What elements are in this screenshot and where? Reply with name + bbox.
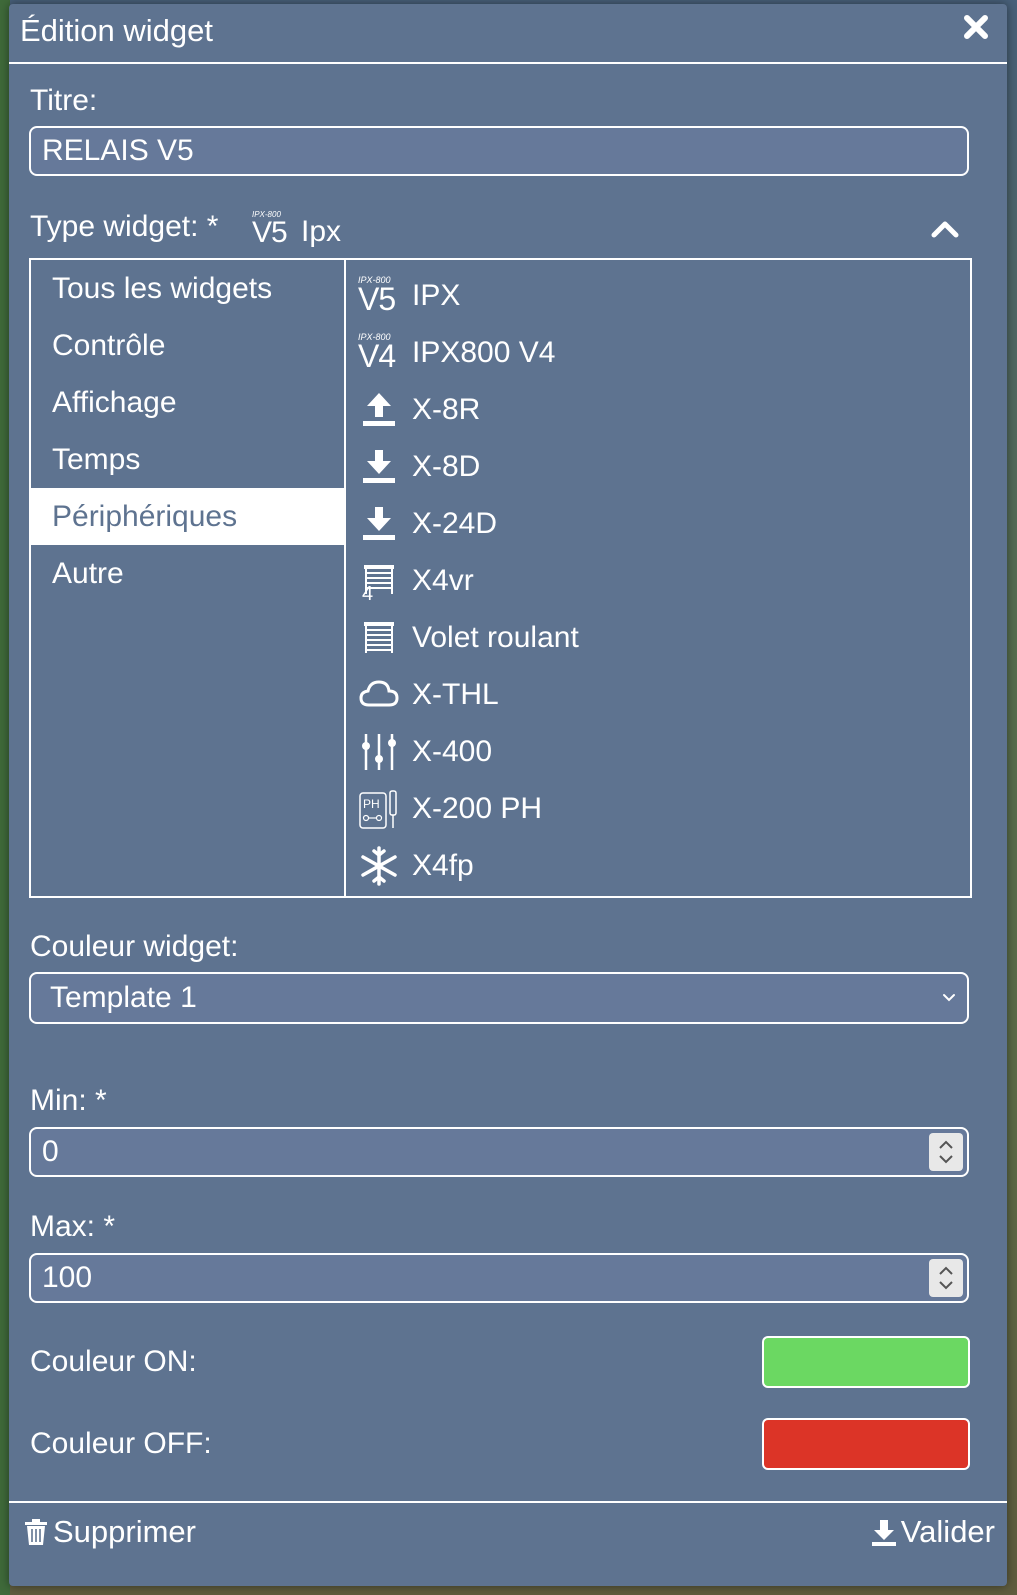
category-autre[interactable]: Autre bbox=[31, 545, 344, 602]
widget-item-label: X4vr bbox=[412, 564, 474, 597]
cloud-icon bbox=[358, 674, 400, 716]
widget-item-label: Volet roulant bbox=[412, 621, 579, 654]
download-icon bbox=[871, 1520, 896, 1546]
min-label: Min: * bbox=[30, 1084, 107, 1117]
widget-item-label: X-8D bbox=[412, 450, 481, 483]
shutter-4-icon: 4 bbox=[358, 560, 400, 605]
max-input[interactable]: 100 bbox=[29, 1253, 969, 1303]
category-tous-les-widgets[interactable]: Tous les widgets bbox=[31, 260, 344, 317]
type-widget-label: Type widget: * bbox=[30, 210, 219, 243]
delete-button[interactable]: Supprimer bbox=[23, 1514, 196, 1550]
dialog-title: Édition widget bbox=[20, 13, 214, 48]
ipx800-v5-icon: IPX-800 V5 bbox=[358, 275, 400, 317]
couleur-off-swatch[interactable] bbox=[762, 1418, 970, 1470]
widget-item-x-200-ph[interactable]: PH X-200 PH bbox=[346, 779, 966, 836]
widget-item-label: X-THL bbox=[412, 678, 499, 711]
widget-item-label: X4fp bbox=[412, 849, 474, 882]
widget-item-volet-roulant[interactable]: Volet roulant bbox=[346, 608, 966, 665]
min-value: 0 bbox=[42, 1135, 59, 1168]
badge-big-text: V5 bbox=[252, 216, 288, 249]
widget-type-list: IPX-800 V5 IPX IPX-800 V4 IPX800 V4 X-8R… bbox=[346, 260, 970, 896]
widget-item-label: IPX bbox=[412, 279, 461, 312]
category-list: Tous les widgets Contrôle Affichage Temp… bbox=[31, 260, 346, 896]
widget-item-x4vr[interactable]: 4 X4vr bbox=[346, 551, 966, 608]
min-input[interactable]: 0 bbox=[29, 1127, 969, 1177]
download-icon bbox=[358, 503, 400, 545]
min-stepper[interactable] bbox=[929, 1133, 963, 1171]
couleur-off-label: Couleur OFF: bbox=[30, 1427, 212, 1460]
widget-item-x4fp[interactable]: X4fp bbox=[346, 836, 966, 893]
badge-big-text: V5 bbox=[358, 281, 396, 317]
titre-label: Titre: bbox=[30, 84, 98, 117]
dialog-header: Édition widget bbox=[9, 4, 1007, 64]
widget-item-x-24d[interactable]: X-24D bbox=[346, 494, 966, 551]
trash-icon bbox=[25, 1519, 47, 1545]
delete-button-label: Supprimer bbox=[53, 1514, 196, 1549]
badge-big-text: V4 bbox=[358, 338, 396, 374]
couleur-on-swatch[interactable] bbox=[762, 1336, 970, 1388]
chevron-down-icon bbox=[943, 994, 955, 1002]
couleur-widget-label: Couleur widget: bbox=[30, 930, 239, 963]
titre-input[interactable]: RELAIS V5 bbox=[29, 126, 969, 176]
widget-item-label: X-8R bbox=[412, 393, 481, 426]
shutter-number-text: 4 bbox=[362, 583, 373, 602]
ph-text: PH bbox=[363, 797, 380, 811]
category-peripheriques[interactable]: Périphériques bbox=[31, 488, 344, 545]
snowflake-icon bbox=[358, 845, 400, 887]
widget-item-ipx[interactable]: IPX-800 V5 IPX bbox=[346, 266, 966, 323]
sliders-icon bbox=[358, 731, 400, 773]
submit-button-label: Valider bbox=[900, 1514, 995, 1549]
widget-item-label: X-400 bbox=[412, 735, 493, 768]
shutter-icon bbox=[358, 617, 400, 659]
max-stepper[interactable] bbox=[929, 1259, 963, 1297]
widget-item-x-thl[interactable]: X-THL bbox=[346, 665, 966, 722]
ipx800-v4-icon: IPX-800 V4 bbox=[358, 332, 400, 374]
ph-probe-icon: PH bbox=[358, 788, 400, 830]
max-value: 100 bbox=[42, 1261, 93, 1294]
widget-item-x-8d[interactable]: X-8D bbox=[346, 437, 966, 494]
widget-item-ipx800-v4[interactable]: IPX-800 V4 IPX800 V4 bbox=[346, 323, 966, 380]
widget-type-browser: Tous les widgets Contrôle Affichage Temp… bbox=[29, 258, 972, 898]
upload-icon bbox=[358, 389, 400, 431]
category-affichage[interactable]: Affichage bbox=[31, 374, 344, 431]
couleur-widget-value: Template 1 bbox=[50, 981, 197, 1014]
max-label: Max: * bbox=[30, 1210, 116, 1243]
submit-button[interactable]: Valider bbox=[871, 1514, 995, 1550]
category-controle[interactable]: Contrôle bbox=[31, 317, 344, 374]
footer-divider bbox=[9, 1501, 1007, 1503]
chevron-up-icon[interactable] bbox=[929, 218, 961, 240]
widget-item-label: X-24D bbox=[412, 507, 498, 540]
category-temps[interactable]: Temps bbox=[31, 431, 344, 488]
widget-item-x-400[interactable]: X-400 bbox=[346, 722, 966, 779]
widget-item-x-8r[interactable]: X-8R bbox=[346, 380, 966, 437]
download-icon bbox=[358, 446, 400, 488]
couleur-widget-select[interactable]: Template 1 bbox=[29, 972, 969, 1024]
widget-item-label: X-200 PH bbox=[412, 792, 543, 825]
couleur-on-label: Couleur ON: bbox=[30, 1345, 197, 1378]
widget-item-label: IPX800 V4 bbox=[412, 336, 556, 369]
selected-type-name: Ipx bbox=[301, 215, 342, 248]
edit-widget-dialog: Édition widget Titre: RELAIS V5 Type wid… bbox=[9, 4, 1007, 1586]
close-icon[interactable] bbox=[963, 14, 989, 40]
